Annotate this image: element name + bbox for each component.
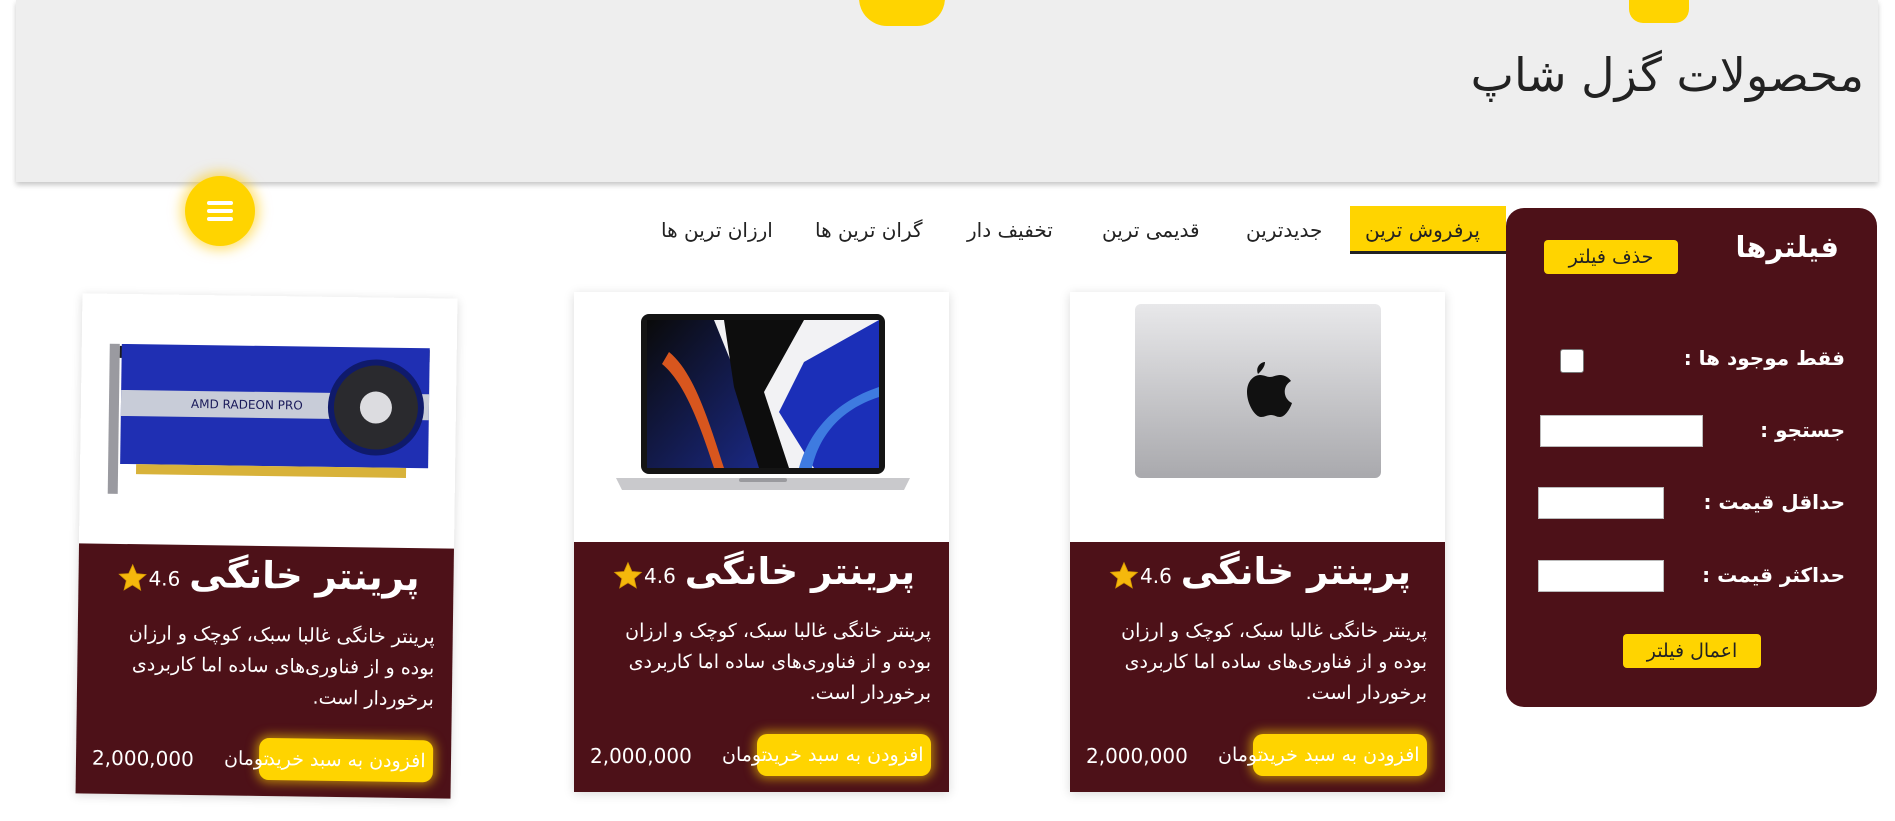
max-price-label: حداکثر قیمت : [1702, 563, 1845, 587]
menu-button[interactable] [185, 176, 255, 246]
product-price: 2,000,000 [1086, 744, 1188, 768]
in-stock-checkbox[interactable] [1560, 349, 1584, 373]
apply-filter-button[interactable]: اعمال فیلتر [1623, 634, 1761, 668]
tab-bestselling[interactable]: پرفروش ترین [1350, 206, 1506, 254]
add-to-cart-button[interactable]: افزودن به سبد خرید [757, 734, 931, 776]
max-price-input[interactable] [1538, 560, 1664, 592]
product-card[interactable]: پرینتر خانگی 4.6 پرینتر خانگی غالبا سبک،… [1070, 292, 1445, 792]
tab-cheapest[interactable]: ارزان ترین ها [661, 206, 773, 254]
graphics-card-image: AMD RADEON PRO [107, 343, 430, 494]
product-card[interactable]: AMD RADEON PRO پرینتر خانگی 4.6 پرینتر خ… [75, 293, 458, 799]
product-currency: تومان [223, 747, 270, 771]
product-info: پرینتر خانگی 4.6 پرینتر خانگی غالبا سبک،… [75, 543, 454, 799]
filters-title: فیلترها [1735, 230, 1839, 264]
page-header: محصولات گزل شاپ [16, 0, 1878, 182]
product-rating: 4.6 [644, 564, 676, 588]
min-price-label: حداقل قیمت : [1703, 490, 1845, 514]
product-title: پرینتر خانگی [188, 552, 420, 600]
product-price: 2,000,000 [91, 745, 194, 772]
search-label: جستجو : [1760, 418, 1845, 442]
star-icon [118, 563, 147, 591]
header-decor-tab [1629, 0, 1689, 23]
star-icon [1109, 561, 1139, 589]
hamburger-icon [207, 201, 233, 221]
product-title: پرینتر خانگی [1180, 550, 1411, 593]
in-stock-label: فقط موجود ها : [1683, 346, 1845, 370]
page-title: محصولات گزل شاپ [1470, 48, 1864, 102]
tab-oldest[interactable]: قدیمی ترین [1102, 206, 1200, 254]
product-image [1070, 292, 1445, 542]
product-description: پرینتر خانگی غالبا سبک، کوچک و ارزان بود… [625, 620, 931, 704]
product-rating: 4.6 [148, 566, 181, 591]
filters-panel: فیلترها حذف فیلتر فقط موجود ها : جستجو :… [1506, 208, 1877, 707]
search-input[interactable] [1540, 415, 1703, 447]
tab-most-expensive[interactable]: گران ترین ها [815, 206, 923, 254]
add-to-cart-button[interactable]: افزودن به سبد خرید [1253, 734, 1427, 776]
macbook-open-image [616, 314, 910, 490]
product-image: AMD RADEON PRO [79, 293, 458, 549]
product-info: پرینتر خانگی 4.6 پرینتر خانگی غالبا سبک،… [574, 542, 949, 792]
header-decor-tab [859, 0, 945, 26]
min-price-input[interactable] [1538, 487, 1664, 519]
product-currency: تومان [722, 744, 768, 766]
macbook-lid-image [1135, 304, 1381, 478]
product-price: 2,000,000 [590, 744, 692, 768]
product-image [574, 292, 949, 542]
graphics-card-brand: AMD RADEON PRO [191, 397, 303, 413]
star-icon [613, 561, 643, 589]
product-card[interactable]: پرینتر خانگی 4.6 پرینتر خانگی غالبا سبک،… [574, 292, 949, 792]
clear-filter-button[interactable]: حذف فیلتر [1544, 240, 1678, 274]
product-title: پرینتر خانگی [684, 550, 915, 593]
product-rating: 4.6 [1140, 564, 1172, 588]
product-info: پرینتر خانگی 4.6 پرینتر خانگی غالبا سبک،… [1070, 542, 1445, 792]
product-description: پرینتر خانگی غالبا سبک، کوچک و ارزان بود… [128, 622, 435, 711]
product-currency: تومان [1218, 744, 1264, 766]
product-description: پرینتر خانگی غالبا سبک، کوچک و ارزان بود… [1121, 620, 1427, 704]
add-to-cart-button[interactable]: افزودن به سبد خرید [258, 737, 434, 783]
tab-discounted[interactable]: تخفیف دار [967, 206, 1053, 254]
tab-newest[interactable]: جدیدترین [1246, 206, 1322, 254]
